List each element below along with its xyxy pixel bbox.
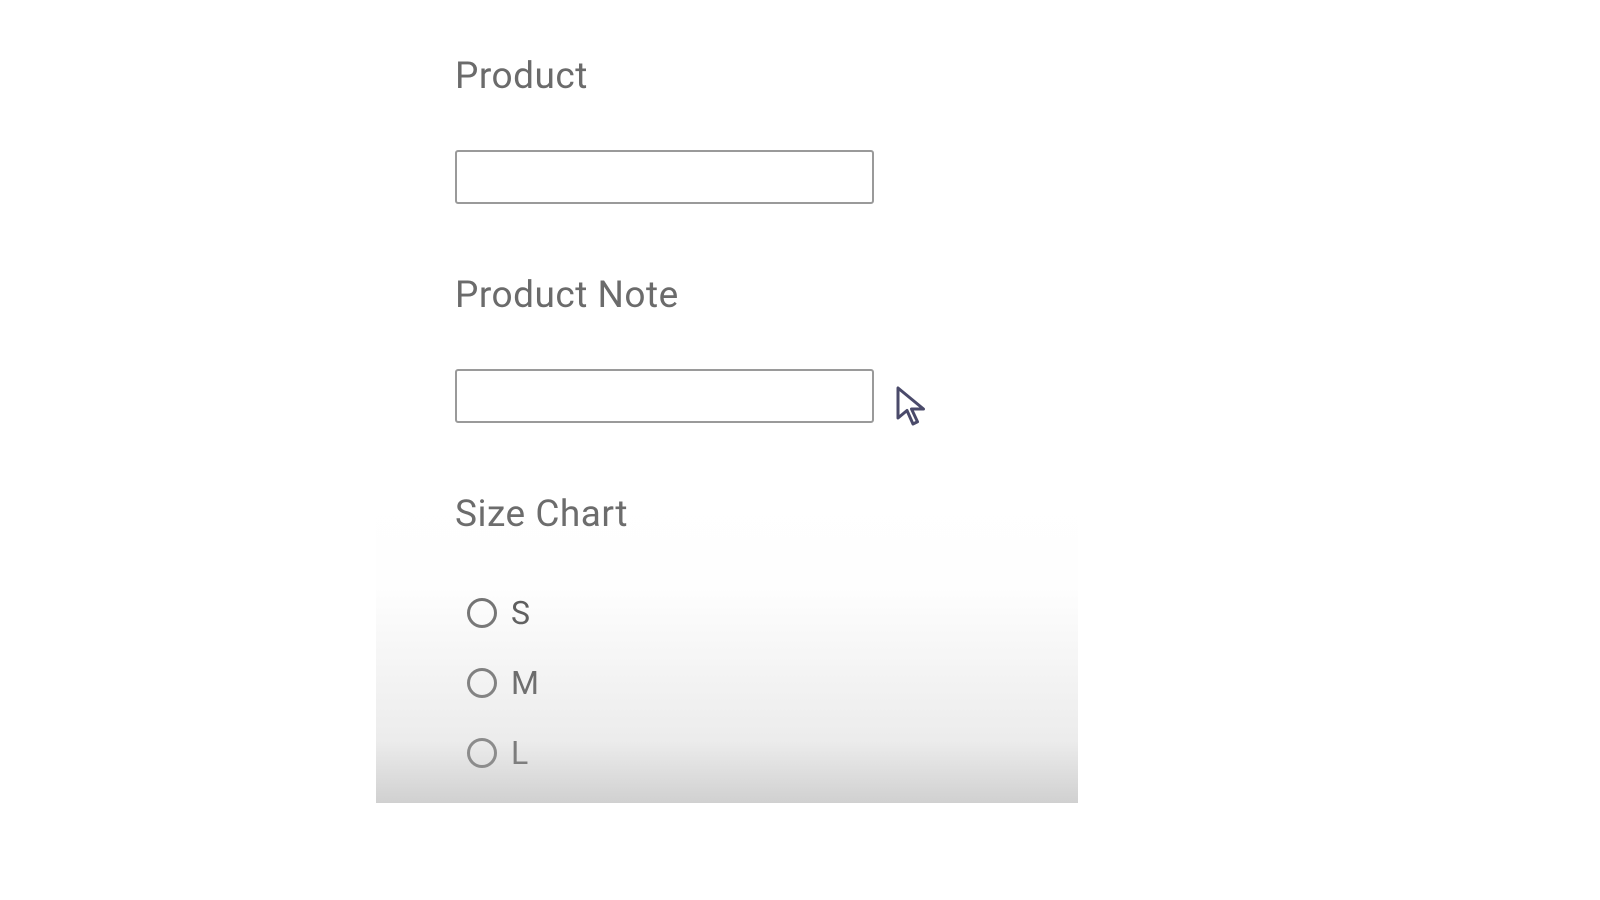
product-input[interactable] (455, 150, 874, 204)
size-option-s[interactable]: S (467, 594, 1155, 632)
product-form: Product Product Note Size Chart S M L (455, 55, 1155, 804)
radio-icon (467, 738, 497, 768)
product-label: Product (455, 55, 1155, 98)
size-option-l[interactable]: L (467, 734, 1155, 772)
product-note-input[interactable] (455, 369, 874, 423)
size-chart-radio-group: S M L (455, 594, 1155, 772)
radio-icon (467, 668, 497, 698)
product-note-label: Product Note (455, 274, 1155, 317)
size-label: S (511, 594, 531, 632)
size-label: L (511, 734, 529, 772)
radio-icon (467, 598, 497, 628)
size-chart-label: Size Chart (455, 493, 1155, 536)
size-label: M (511, 664, 540, 702)
size-option-m[interactable]: M (467, 664, 1155, 702)
